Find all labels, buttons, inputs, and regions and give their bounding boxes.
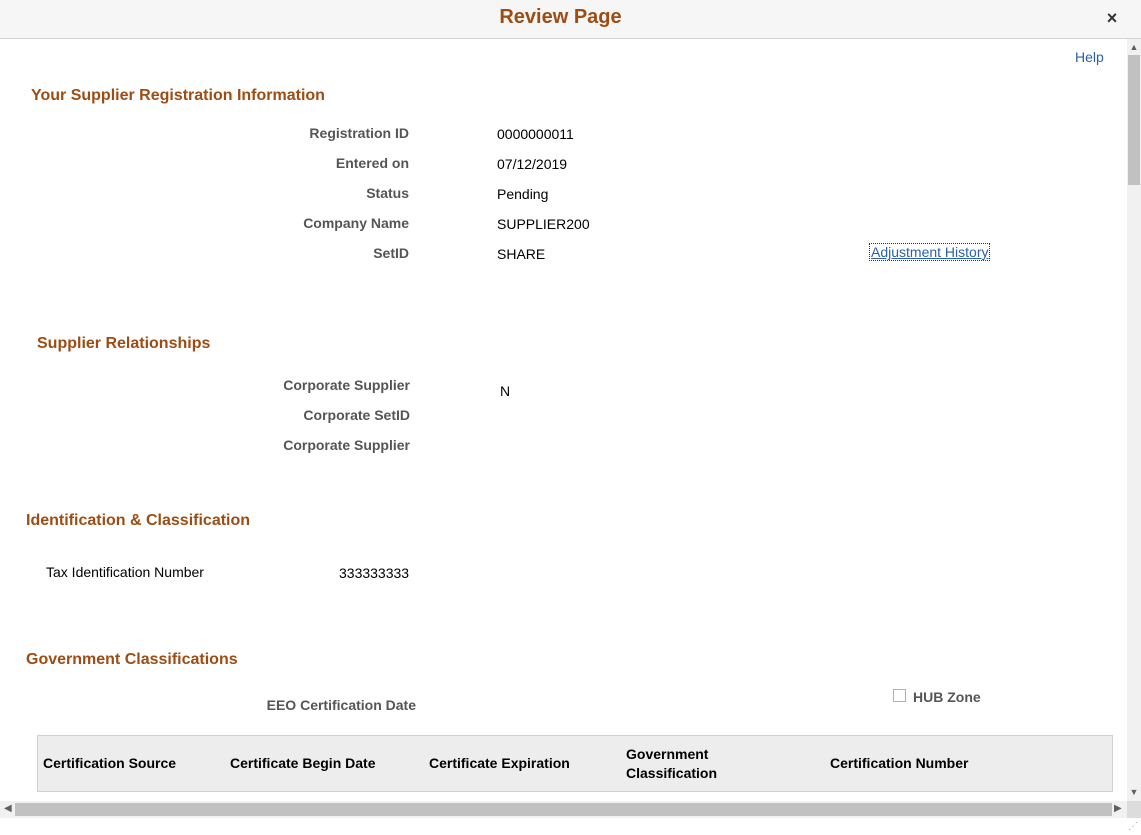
- arrow-down-icon[interactable]: ▼: [1127, 787, 1141, 797]
- registration-id-value: 0000000011: [497, 126, 574, 142]
- status-label: Status: [366, 185, 409, 201]
- corporate-supplier-name-label: Corporate Supplier: [283, 437, 410, 453]
- registration-id-label: Registration ID: [309, 125, 409, 141]
- tax-id-label: Tax Identification Number: [46, 564, 204, 580]
- resize-grip-icon[interactable]: ⋰: [1128, 821, 1138, 832]
- relationships-section-title: Supplier Relationships: [37, 335, 211, 352]
- scrollbar-corner: [1127, 801, 1141, 818]
- registration-section-title: Your Supplier Registration Information: [31, 87, 325, 104]
- arrow-left-icon[interactable]: ◀: [4, 803, 12, 814]
- entered-on-label: Entered on: [335, 155, 409, 171]
- column-certification-number: Certification Number: [830, 755, 969, 771]
- tax-id-value: 333333333: [339, 565, 410, 581]
- entered-on-value: 07/12/2019: [497, 156, 568, 172]
- column-certificate-begin-date: Certificate Begin Date: [230, 755, 376, 771]
- corporate-supplier-value: N: [500, 383, 511, 399]
- setid-value: SHARE: [497, 246, 546, 262]
- horizontal-scroll-thumb[interactable]: [15, 803, 1112, 816]
- column-certification-source: Certification Source: [43, 755, 177, 771]
- company-name-label: Company Name: [303, 215, 409, 231]
- setid-label: SetID: [373, 245, 409, 261]
- corporate-setid-label: Corporate SetID: [303, 407, 410, 423]
- corporate-supplier-label: Corporate Supplier: [283, 377, 410, 393]
- column-government-classification: Government Classification: [626, 746, 718, 781]
- dialog-title: Review Page: [499, 6, 622, 28]
- company-name-value: SUPPLIER200: [497, 216, 590, 232]
- help-link[interactable]: Help: [1075, 49, 1104, 65]
- government-section-title: Government Classifications: [26, 651, 238, 668]
- status-value: Pending: [497, 186, 549, 202]
- arrow-right-icon[interactable]: ▶: [1114, 803, 1122, 814]
- column-certificate-expiration: Certificate Expiration: [429, 755, 570, 771]
- arrow-up-icon[interactable]: ▲: [1127, 42, 1141, 52]
- dialog-footer: [0, 818, 1141, 835]
- hub-zone-checkbox[interactable]: [893, 689, 906, 702]
- close-icon[interactable]: ×: [1100, 6, 1124, 30]
- vertical-scroll-thumb[interactable]: [1128, 55, 1140, 185]
- identification-section-title: Identification & Classification: [26, 512, 251, 529]
- adjustment-history-link[interactable]: Adjustment History: [869, 243, 991, 261]
- eeo-certification-date-label: EEO Certification Date: [266, 697, 416, 713]
- hub-zone-label: HUB Zone: [913, 689, 981, 705]
